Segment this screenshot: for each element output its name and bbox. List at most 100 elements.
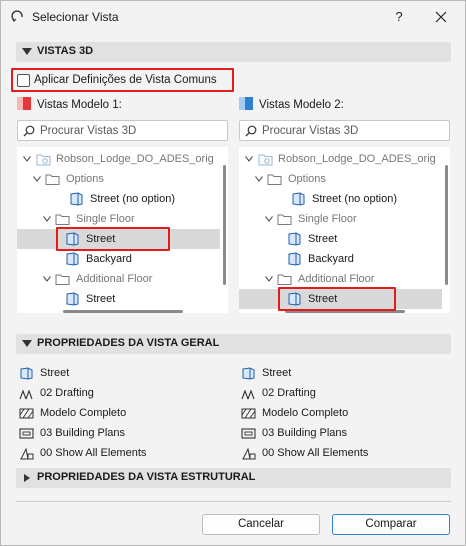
tree-view-item[interactable]: Backyard [239,249,442,269]
model1-color-swatch [17,97,31,110]
expand-arrow-icon [265,276,273,282]
folder-icon [277,274,292,285]
prop-value: Street [262,367,292,379]
plan-icon [241,428,256,439]
section-views-3d[interactable]: VISTAS 3D [16,42,451,62]
tree-item-label: Options [288,173,326,185]
vertical-scrollbar[interactable] [445,165,448,285]
tree-root[interactable]: Robson_Lodge_DO_ADES_orig [239,149,442,169]
section-structural-label: PROPRIEDADES DA VISTA ESTRUTURAL [37,471,256,483]
cancel-button[interactable]: Cancelar [202,514,320,535]
3d-view-icon [288,252,301,266]
expand-triangle-icon [24,474,30,482]
close-button[interactable] [431,7,451,27]
tree-view-item[interactable]: Street [239,229,442,249]
highlight-apply-common [11,68,234,92]
expand-arrow-icon [43,276,51,282]
compare-button[interactable]: Comparar [332,514,450,535]
folder-icon [277,214,292,225]
prop-value: 02 Drafting [262,387,316,399]
model2-search-box[interactable] [239,120,450,141]
tree-item-label: Street [86,293,116,305]
tree-folder[interactable]: Single Floor [239,209,442,229]
section-views-3d-label: VISTAS 3D [37,45,94,57]
tree-item-label: Additional Floor [298,273,375,285]
model1-search-box[interactable] [17,120,228,141]
tree-item-label: Street (no option) [90,193,175,205]
tree-folder[interactable]: Single Floor [17,209,220,229]
drafting-icon [241,389,255,400]
plan-icon [19,428,34,439]
model1-search-input[interactable] [38,122,223,139]
section-general-properties[interactable]: PROPRIEDADES DA VISTA GERAL [16,334,451,354]
tree-view-item[interactable]: Backyard [17,249,220,269]
project-root-icon [258,154,273,166]
model2-color-swatch [239,97,253,110]
section-structural-properties[interactable]: PROPRIEDADES DA VISTA ESTRUTURAL [16,468,451,488]
dialog-title: Selecionar Vista [32,10,119,24]
tree-view-item[interactable]: Street [17,289,220,309]
expand-arrow-icon [245,156,253,162]
tree-root[interactable]: Robson_Lodge_DO_ADES_orig [17,149,220,169]
select-view-dialog: Selecionar Vista ? VISTAS 3D Aplicar Def… [0,0,466,546]
highlight-model2-selection [278,287,396,311]
expand-arrow-icon [33,176,41,182]
expand-arrow-icon [43,216,51,222]
prop-value: Modelo Completo [262,407,349,419]
tree-item-label: Street (no option) [312,193,397,205]
title-bar: Selecionar Vista ? [1,1,465,33]
drafting-icon [19,389,33,400]
view-icon [20,367,33,380]
prop-value: Modelo Completo [40,407,127,419]
tree-folder[interactable]: Options [239,169,442,189]
expand-arrow-icon [23,156,31,162]
elements-icon [242,447,256,460]
3d-view-icon [292,192,305,206]
expand-arrow-icon [265,216,273,222]
model-hatch-icon [19,408,34,419]
model2-search-input[interactable] [260,122,445,139]
collapse-triangle-icon [22,340,32,347]
folder-icon [267,174,282,185]
app-icon [11,10,23,22]
tree-item-label: Options [66,173,104,185]
section-general-label: PROPRIEDADES DA VISTA GERAL [37,337,220,349]
horizontal-scrollbar[interactable] [63,310,183,313]
highlight-model1-selection [56,227,170,251]
prop-value: 03 Building Plans [40,427,126,439]
search-icon [245,125,257,137]
collapse-triangle-icon [22,48,32,55]
tree-item-label: Robson_Lodge_DO_ADES_orig [278,153,436,165]
3d-view-icon [66,252,79,266]
tree-folder[interactable]: Additional Floor [17,269,220,289]
project-root-icon [36,154,51,166]
prop-value: 02 Drafting [40,387,94,399]
3d-view-icon [70,192,83,206]
tree-folder[interactable]: Options [17,169,220,189]
close-icon [435,11,447,23]
tree-view-item[interactable]: Street (no option) [17,189,220,209]
view-icon [242,367,255,380]
model-hatch-icon [241,408,256,419]
vertical-scrollbar[interactable] [223,165,226,285]
help-button[interactable]: ? [389,7,409,27]
tree-item-label: Single Floor [298,213,357,225]
tree-folder[interactable]: Additional Floor [239,269,442,289]
tree-item-label: Robson_Lodge_DO_ADES_orig [56,153,214,165]
folder-icon [45,174,60,185]
prop-value: 03 Building Plans [262,427,348,439]
tree-item-label: Single Floor [76,213,135,225]
tree-item-label: Backyard [308,253,354,265]
folder-icon [55,214,70,225]
footer-divider [16,501,451,502]
tree-item-label: Additional Floor [76,273,153,285]
model2-title: Vistas Modelo 2: [259,99,344,111]
prop-value: 00 Show All Elements [262,447,369,459]
search-icon [23,125,35,137]
folder-icon [55,274,70,285]
3d-view-icon [66,292,79,306]
tree-view-item[interactable]: Street (no option) [239,189,442,209]
tree-item-label: Street [308,233,338,245]
prop-value: 00 Show All Elements [40,447,147,459]
tree-item-label: Backyard [86,253,132,265]
